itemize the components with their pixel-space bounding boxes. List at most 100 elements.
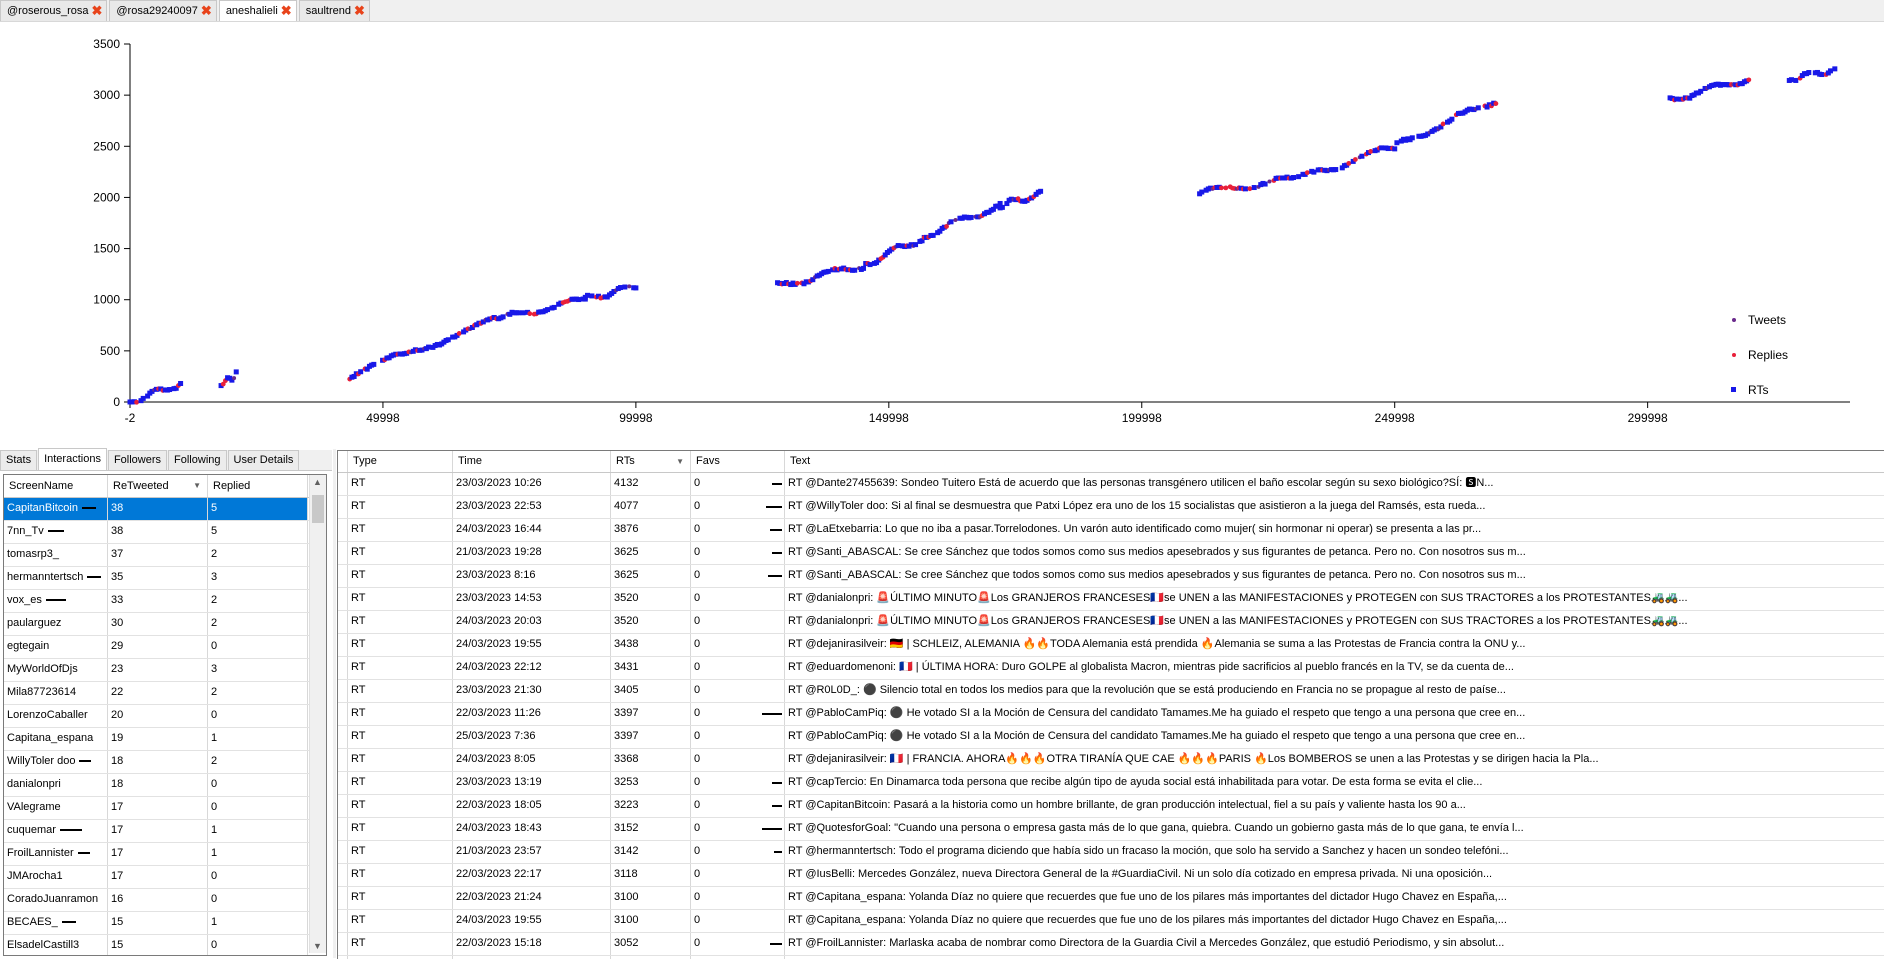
interaction-row[interactable]: tomasrp3_ 37 2 bbox=[4, 544, 326, 567]
interaction-row[interactable]: 7nn_Tv 38 5 bbox=[4, 521, 326, 544]
redaction-mark bbox=[772, 805, 782, 807]
tab-followers[interactable]: Followers bbox=[107, 450, 168, 470]
tab-3[interactable]: saultrend ✖ bbox=[298, 0, 370, 21]
type-cell: RT bbox=[348, 864, 453, 886]
legend-label: Tweets bbox=[1748, 312, 1787, 327]
tweet-row[interactable]: RT 25/03/2023 7:36 3397 0 RT @PabloCamPiq: ⚫… bbox=[338, 726, 1884, 749]
interaction-row[interactable]: CoradoJuanramon 16 0 bbox=[4, 889, 326, 912]
tweet-row[interactable]: RT 24/03/2023 8:05 3368 0 RT @dejanirasilvei… bbox=[338, 749, 1884, 772]
interaction-row[interactable]: ElsadelCastill3 15 0 bbox=[4, 935, 326, 955]
favs-cell: 0 bbox=[691, 726, 785, 748]
rt-point bbox=[1674, 96, 1680, 102]
tab-following[interactable]: Following bbox=[168, 450, 227, 470]
tweet-row[interactable]: RT 24/03/2023 16:44 3876 0 RT @LaEtxebarria:… bbox=[338, 519, 1884, 542]
panel-splitter[interactable] bbox=[333, 449, 336, 958]
tweet-row[interactable]: RT 23/03/2023 13:19 3253 0 RT @capTercio: En… bbox=[338, 772, 1884, 795]
screenname-text: cuquemar bbox=[7, 824, 56, 836]
column-header-favs[interactable]: Favs bbox=[691, 451, 785, 472]
tweet-row[interactable]: RT 22/03/2023 21:24 3100 0 RT @Capitana_espa… bbox=[338, 887, 1884, 910]
scroll-up-icon[interactable]: ▲ bbox=[313, 477, 322, 487]
rts-cell: 3142 bbox=[611, 841, 691, 863]
tweet-row[interactable]: RT 24/03/2023 20:03 3520 0 RT @danialonpri: … bbox=[338, 611, 1884, 634]
favs-cell: 0 bbox=[691, 496, 785, 518]
tweet-row[interactable]: RT 21/03/2023 23:57 3142 0 RT @hermanntertsc… bbox=[338, 841, 1884, 864]
column-header-screenname[interactable]: ScreenName bbox=[4, 475, 108, 497]
scrollbar-thumb[interactable] bbox=[312, 495, 324, 523]
interaction-row[interactable]: cuquemar 17 1 bbox=[4, 820, 326, 843]
retweeted-cell: 22 bbox=[108, 682, 208, 704]
rt-point bbox=[1475, 105, 1481, 111]
tweet-row[interactable]: RT 24/03/2023 18:43 3152 0 RT @QuotesforGoal… bbox=[338, 818, 1884, 841]
row-selector bbox=[338, 565, 348, 587]
tweet-row[interactable]: RT 22/03/2023 11:26 3397 0 RT @PabloCamPiq: … bbox=[338, 703, 1884, 726]
favs-text: 0 bbox=[694, 845, 701, 857]
interaction-row[interactable]: CapitanBitcoin 38 5 bbox=[4, 498, 326, 521]
type-cell: RT bbox=[348, 818, 453, 840]
interaction-row[interactable]: BECAES_ 15 1 bbox=[4, 912, 326, 935]
interactions-scrollbar[interactable]: ▲ ▼ bbox=[309, 475, 326, 953]
interaction-row[interactable]: Mila87723614 22 2 bbox=[4, 682, 326, 705]
scroll-down-icon[interactable]: ▼ bbox=[313, 941, 322, 951]
close-icon[interactable]: ✖ bbox=[91, 4, 102, 17]
interaction-row[interactable]: LorenzoCaballer 20 0 bbox=[4, 705, 326, 728]
interaction-row[interactable]: VAlegrame 17 0 bbox=[4, 797, 326, 820]
close-icon[interactable]: ✖ bbox=[354, 4, 365, 17]
rt-point bbox=[1333, 167, 1339, 173]
reply-point bbox=[1346, 160, 1352, 166]
reply-point bbox=[134, 399, 140, 405]
tweet-row[interactable]: RT 23/03/2023 14:53 3520 0 RT @danialonpri: … bbox=[338, 588, 1884, 611]
tweet-row[interactable]: RT 22/03/2023 15:18 3052 0 RT @FroilLanniste… bbox=[338, 933, 1884, 956]
time-cell: 23/03/2023 21:30 bbox=[453, 680, 611, 702]
interaction-row[interactable]: Capitana_espana 19 1 bbox=[4, 728, 326, 751]
close-icon[interactable]: ✖ bbox=[201, 4, 212, 17]
tab-user-details[interactable]: User Details bbox=[227, 450, 300, 470]
tab-1[interactable]: @rosa29240097 ✖ bbox=[109, 0, 217, 21]
tweet-row[interactable]: RT 23/03/2023 21:30 3405 0 RT @R0L0D_: ⚫ Sil… bbox=[338, 680, 1884, 703]
y-tick-label: 1000 bbox=[93, 293, 120, 307]
redaction-mark bbox=[774, 851, 782, 853]
column-header-text[interactable]: Text bbox=[785, 451, 1884, 472]
time-cell: 24/03/2023 18:43 bbox=[453, 818, 611, 840]
interactions-grid: ScreenName ReTweeted ▼ Replied CapitanBit… bbox=[3, 474, 327, 956]
favs-cell: 0 bbox=[691, 864, 785, 886]
tab-label: @roserous_rosa bbox=[7, 5, 89, 17]
legend-item-replies: Replies bbox=[1720, 337, 1840, 372]
rt-point bbox=[861, 265, 867, 271]
interaction-row[interactable]: FroilLannister 17 1 bbox=[4, 843, 326, 866]
interaction-row[interactable]: WillyToler doo 18 2 bbox=[4, 751, 326, 774]
tweet-row[interactable]: RT 23/03/2023 8:16 3625 0 RT @Santi_ABASCAL:… bbox=[338, 565, 1884, 588]
interaction-row[interactable]: JMArocha1 17 0 bbox=[4, 866, 326, 889]
text-cell: RT @danialonpri: 🚨ÚLTIMO MINUTO🚨Los GRAN… bbox=[785, 588, 1884, 610]
tab-stats[interactable]: Stats bbox=[0, 450, 38, 470]
close-icon[interactable]: ✖ bbox=[281, 4, 292, 17]
redaction-mark bbox=[772, 483, 782, 485]
tweet-row[interactable]: RT 23/03/2023 10:26 4132 0 RT @Dante27455639… bbox=[338, 473, 1884, 496]
activity-chart: 0 500 1000 1500 2000 2500 3000 3500 -2 49998 99998… bbox=[0, 22, 1884, 442]
interaction-row[interactable]: egtegain 29 0 bbox=[4, 636, 326, 659]
chart-svg: 0 500 1000 1500 2000 2500 3000 3500 -2 49998 99998… bbox=[93, 37, 1850, 425]
tweet-row[interactable]: RT 24/03/2023 19:55 3438 0 RT @dejanirasilve… bbox=[338, 634, 1884, 657]
tab-2[interactable]: aneshalieli ✖ bbox=[218, 0, 297, 21]
column-header-retweeted[interactable]: ReTweeted ▼ bbox=[108, 475, 208, 497]
interaction-row[interactable]: vox_es 33 2 bbox=[4, 590, 326, 613]
column-header-time[interactable]: Time bbox=[453, 451, 611, 472]
column-header-replied[interactable]: Replied bbox=[208, 475, 308, 497]
tweet-row[interactable]: RT 24/03/2023 22:12 3431 0 RT @eduardomenoni… bbox=[338, 657, 1884, 680]
interaction-row[interactable]: hermanntertsch 35 3 bbox=[4, 567, 326, 590]
rt-point bbox=[1788, 77, 1794, 83]
tweet-row[interactable]: RT 23/03/2023 22:53 4077 0 RT @WillyToler do… bbox=[338, 496, 1884, 519]
column-header-rts[interactable]: RTs ▼ bbox=[611, 451, 691, 472]
sort-desc-icon: ▼ bbox=[676, 457, 684, 466]
interaction-row[interactable]: danialonpri 18 0 bbox=[4, 774, 326, 797]
screenname-text: Capitana_espana bbox=[7, 732, 94, 744]
tab-0[interactable]: @roserous_rosa ✖ bbox=[0, 0, 108, 21]
tab-interactions[interactable]: Interactions bbox=[38, 448, 107, 470]
interaction-row[interactable]: paularguez 30 2 bbox=[4, 613, 326, 636]
tweet-row[interactable]: RT 22/03/2023 22:17 3118 0 RT @IusBelli: Mer… bbox=[338, 864, 1884, 887]
tweet-row[interactable]: RT 24/03/2023 19:55 3100 0 RT @Capitana_espa… bbox=[338, 910, 1884, 933]
tweet-row[interactable]: RT 22/03/2023 18:05 3223 0 RT @CapitanBitcoi… bbox=[338, 795, 1884, 818]
replied-cell: 0 bbox=[208, 889, 308, 911]
tweet-row[interactable]: RT 21/03/2023 19:28 3625 0 RT @Santi_ABASCAL… bbox=[338, 542, 1884, 565]
column-header-type[interactable]: Type bbox=[348, 451, 453, 472]
interaction-row[interactable]: MyWorldOfDjs 23 3 bbox=[4, 659, 326, 682]
